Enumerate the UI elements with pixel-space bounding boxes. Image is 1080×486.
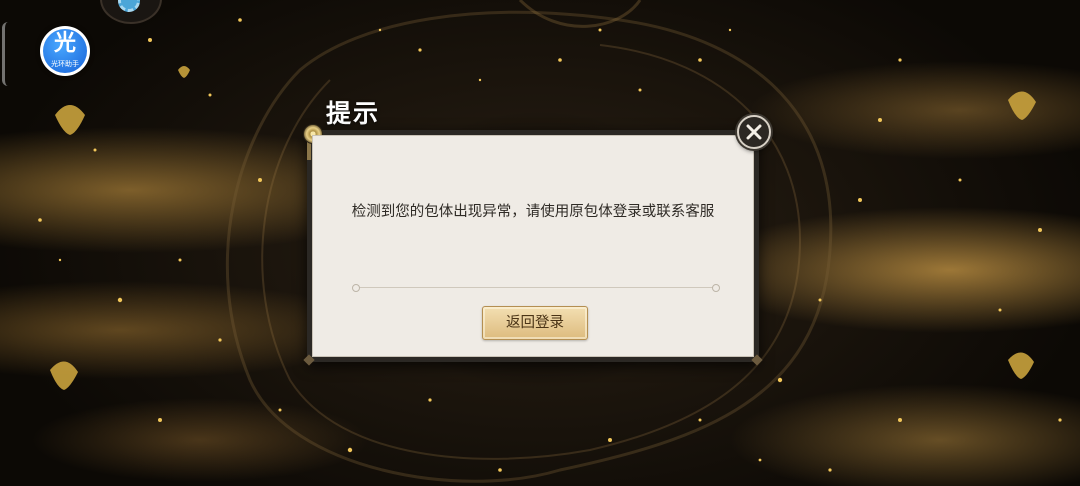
divider-dot-left [352, 284, 360, 292]
return-login-button[interactable]: 返回登录 [482, 306, 588, 340]
helper-badge-caption: 光环助手 [51, 60, 79, 68]
gear-core [118, 0, 140, 12]
divider-dot-right [712, 284, 720, 292]
dialog-message: 检测到您的包体出现异常，请使用原包体登录或联系客服 [351, 204, 715, 220]
helper-badge-glyph: 光 [53, 31, 76, 56]
alert-dialog: 检测到您的包体出现异常，请使用原包体登录或联系客服 返回登录 [303, 124, 763, 366]
dialog-title: 提示 [326, 99, 381, 128]
side-handle[interactable] [2, 22, 11, 86]
divider [352, 284, 720, 292]
helper-badge-icon[interactable]: 光 光环助手 [40, 26, 90, 76]
close-icon [746, 124, 762, 140]
game-background: 光 光环助手 提示 检测到您的包体出现异常，请使用原包体登录或联系客服 返回登录 [0, 0, 1080, 486]
close-button[interactable] [737, 115, 771, 149]
dialog-panel: 检测到您的包体出现异常，请使用原包体登录或联系客服 返回登录 [312, 135, 754, 357]
